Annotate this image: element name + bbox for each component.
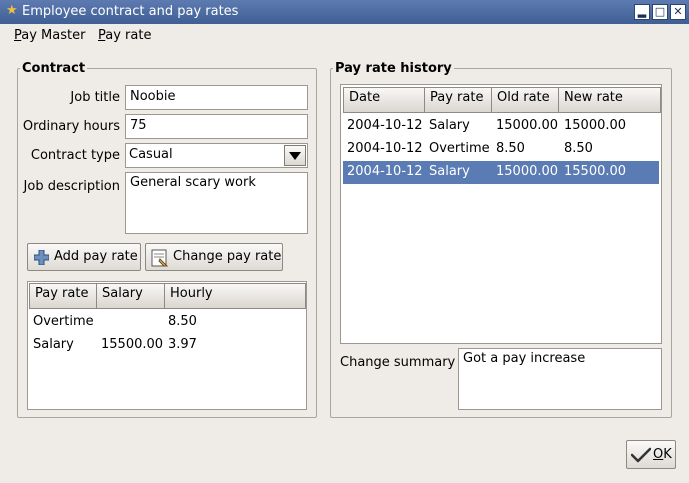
ok-mnemonic: O [653, 447, 664, 462]
ok-label: OK [653, 446, 672, 464]
edit-document-icon [151, 249, 169, 267]
column-header-date[interactable]: Date [343, 87, 425, 113]
minimize-icon[interactable]: ▂ [634, 4, 650, 20]
cell-new-rate: 8.50 [564, 141, 593, 156]
cell-salary: 15500.00 [101, 337, 164, 352]
cell-pay-rate: Salary [429, 118, 470, 133]
job-title-input[interactable]: Noobie [125, 85, 308, 110]
menu-label: ay Master [21, 28, 86, 43]
job-title-label: Job title [70, 90, 120, 105]
cell-pay-rate: Overtime [429, 141, 490, 156]
job-description-label: Job description [23, 179, 120, 194]
menu-label: ay rate [105, 28, 152, 43]
change-pay-rate-button[interactable]: Change pay rate [145, 243, 283, 271]
cell-pay-rate: Overtime [33, 314, 94, 329]
cell-hourly: 8.50 [168, 314, 197, 329]
contract-legend: Contract [20, 61, 88, 77]
table-row-selected[interactable]: 2004-10-12 Salary 15000.00 15500.00 [343, 161, 659, 184]
contract-type-value: Casual [129, 147, 173, 162]
cell-new-rate: 15500.00 [564, 164, 627, 179]
column-header-pay-rate[interactable]: Pay rate [29, 283, 97, 309]
cell-pay-rate: Salary [429, 164, 470, 179]
cell-date: 2004-10-12 [347, 118, 423, 133]
menu-bar: Pay Master Pay rate [0, 24, 689, 48]
job-description-textarea[interactable]: General scary work [125, 172, 308, 234]
cell-pay-rate: Salary [33, 337, 74, 352]
cell-new-rate: 15000.00 [564, 118, 627, 133]
title-bar[interactable]: ★ Employee contract and pay rates ▂ □ ✕ [0, 0, 689, 24]
cell-date: 2004-10-12 [347, 164, 423, 179]
table-row[interactable]: Salary 15500.00 3.97 [28, 334, 306, 357]
table-row[interactable]: 2004-10-12 Salary 15000.00 15000.00 [343, 115, 661, 138]
change-summary-label: Change summary [340, 355, 456, 370]
column-header-old-rate[interactable]: Old rate [491, 87, 559, 113]
chevron-down-icon[interactable] [284, 145, 306, 166]
ok-label-rest: K [663, 447, 672, 462]
cell-date: 2004-10-12 [347, 141, 423, 156]
cell-old-rate: 15000.00 [496, 164, 559, 179]
cell-hourly: 3.97 [168, 337, 197, 352]
plus-icon [34, 250, 49, 265]
column-header-new-rate[interactable]: New rate [558, 87, 661, 113]
app-star-icon: ★ [6, 3, 18, 18]
window-title: Employee contract and pay rates [22, 4, 239, 19]
cell-old-rate: 8.50 [496, 141, 525, 156]
add-pay-rate-button[interactable]: Add pay rate [27, 243, 141, 271]
ordinary-hours-label: Ordinary hours [22, 119, 120, 134]
change-pay-rate-label: Change pay rate [173, 249, 282, 264]
column-header-pay-rate[interactable]: Pay rate [424, 87, 492, 113]
cell-old-rate: 15000.00 [496, 118, 559, 133]
ok-button[interactable]: OK [626, 440, 676, 469]
contract-type-select[interactable]: Casual [125, 143, 308, 168]
close-icon[interactable]: ✕ [670, 4, 686, 20]
table-row[interactable]: Overtime 8.50 [28, 311, 306, 334]
menu-pay-master[interactable]: Pay Master [14, 27, 85, 45]
maximize-icon[interactable]: □ [652, 4, 668, 20]
change-summary-textarea[interactable]: Got a pay increase [458, 348, 662, 410]
pay-rate-table[interactable]: Pay rate Salary Hourly Overtime 8.50 Sal… [27, 281, 307, 410]
column-header-salary[interactable]: Salary [96, 283, 165, 309]
column-header-hourly[interactable]: Hourly [164, 283, 306, 309]
contract-type-label: Contract type [30, 148, 120, 163]
menu-pay-rate[interactable]: Pay rate [98, 27, 151, 45]
history-table[interactable]: Date Pay rate Old rate New rate 2004-10-… [340, 84, 662, 344]
add-pay-rate-label: Add pay rate [54, 249, 138, 264]
table-row[interactable]: 2004-10-12 Overtime 8.50 8.50 [343, 138, 661, 161]
pay-rate-history-legend: Pay rate history [333, 61, 454, 77]
checkmark-icon [631, 447, 651, 463]
ordinary-hours-input[interactable]: 75 [125, 114, 308, 139]
